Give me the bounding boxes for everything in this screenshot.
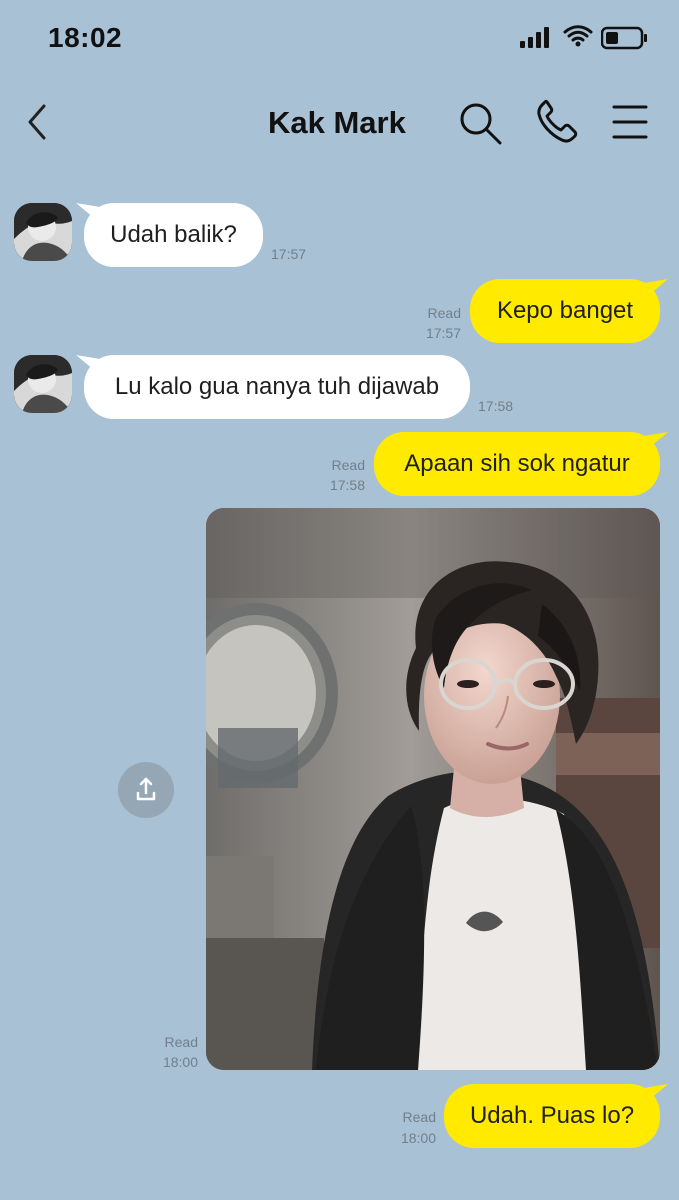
read-receipt: Read [331, 457, 365, 473]
message-text: Lu kalo gua nanya tuh dijawab [114, 373, 440, 400]
status-time: 18:02 [48, 22, 123, 53]
message-bubble[interactable]: Udah balik? [84, 203, 263, 267]
chat-title: Kak Mark [268, 105, 406, 140]
share-button[interactable] [118, 762, 174, 818]
message-bubble[interactable]: Lu kalo gua nanya tuh dijawab [84, 355, 470, 419]
battery-icon [601, 26, 647, 50]
message-time: 17:57 [271, 246, 307, 262]
message-text: Kepo banget [496, 297, 634, 324]
photo-message[interactable] [206, 508, 660, 1070]
message-time: 18:00 [400, 1130, 436, 1146]
message-bubble[interactable]: Udah. Puas lo? [444, 1084, 660, 1148]
phone-icon[interactable] [534, 99, 578, 145]
message-text: Udah balik? [110, 221, 237, 248]
wifi-icon [563, 25, 593, 47]
read-receipt: Read [402, 1109, 436, 1125]
menu-icon[interactable] [610, 103, 650, 141]
back-icon[interactable] [22, 102, 54, 142]
read-receipt: Read [427, 305, 461, 321]
signal-icon [520, 27, 549, 48]
search-icon[interactable] [456, 99, 504, 147]
message-time: 18:00 [162, 1054, 198, 1070]
message-time: 17:58 [478, 398, 514, 414]
message-time: 17:58 [329, 477, 365, 493]
contact-avatar[interactable] [14, 355, 72, 413]
message-bubble[interactable]: Kepo banget [470, 279, 660, 343]
upload-icon [136, 777, 156, 801]
message-bubble[interactable]: Apaan sih sok ngatur [374, 432, 660, 496]
chat-header: Kak Mark [0, 80, 679, 170]
message-text: Udah. Puas lo? [469, 1102, 635, 1129]
person-photo [206, 508, 660, 1070]
contact-avatar[interactable] [14, 203, 72, 261]
read-receipt: Read [164, 1034, 198, 1050]
status-bar: 18:02 [0, 0, 679, 80]
message-time: 17:57 [425, 325, 461, 341]
message-text: Apaan sih sok ngatur [404, 450, 630, 477]
